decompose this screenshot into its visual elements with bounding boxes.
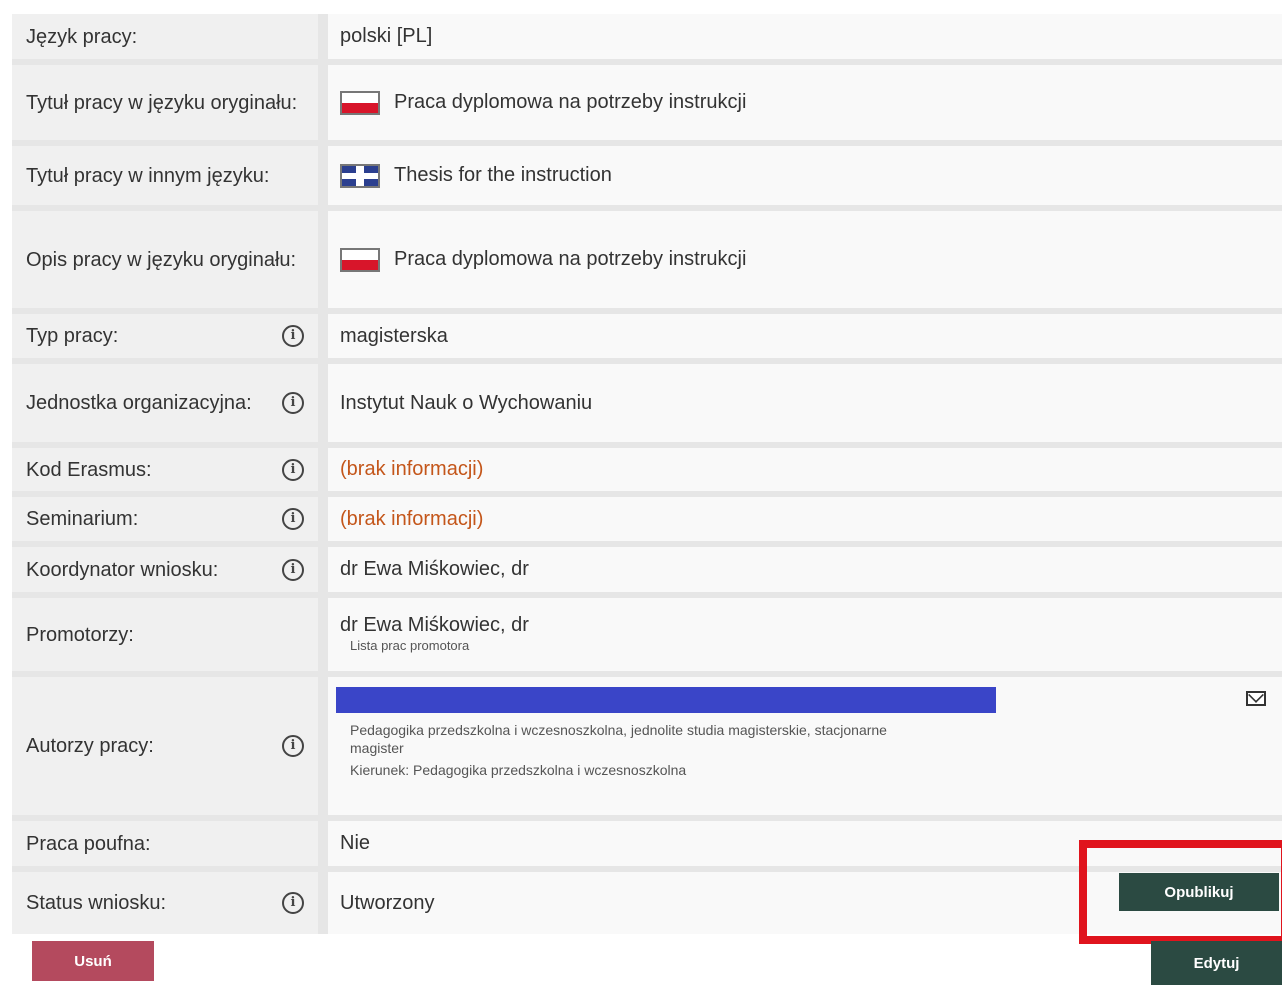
info-icon[interactable]: i bbox=[282, 325, 304, 347]
label-cell: Kod Erasmus: i bbox=[12, 448, 318, 491]
info-icon[interactable]: i bbox=[282, 735, 304, 757]
label-cell: Seminarium: i bbox=[12, 497, 318, 541]
description-original-value: Praca dyplomowa na potrzeby instrukcji bbox=[394, 248, 747, 270]
row-language: Język pracy: polski [PL] bbox=[12, 14, 1282, 59]
value-cell: Thesis for the instruction bbox=[328, 146, 1282, 205]
pl-flag-icon bbox=[340, 90, 380, 115]
thesis-type-label: Typ pracy: bbox=[26, 325, 119, 347]
unit-value: Instytut Nauk o Wychowaniu bbox=[340, 391, 593, 414]
row-thesis-type: Typ pracy: i magisterska bbox=[12, 314, 1282, 358]
unit-label: Jednostka organizacyjna: bbox=[26, 392, 252, 414]
thesis-type-value: magisterska bbox=[340, 324, 448, 347]
row-erasmus-code: Kod Erasmus: i (brak informacji) bbox=[12, 448, 1282, 491]
label-cell: Promotorzy: bbox=[12, 598, 318, 671]
coordinator-label: Koordynator wniosku: bbox=[26, 558, 219, 581]
row-authors: Autorzy pracy: i Pedagogika przedszkolna… bbox=[12, 677, 1282, 815]
value-cell: Praca dyplomowa na potrzeby instrukcji bbox=[328, 211, 1282, 308]
value-cell: Pedagogika przedszkolna i wczesnoszkolna… bbox=[328, 677, 1282, 815]
delete-button[interactable]: Usuń bbox=[32, 941, 154, 981]
confidential-label: Praca poufna: bbox=[26, 832, 151, 855]
pl-flag-icon bbox=[340, 247, 380, 272]
confidential-value: Nie bbox=[340, 832, 371, 854]
value-cell: Praca dyplomowa na potrzeby instrukcji bbox=[328, 65, 1282, 140]
erasmus-code-label: Kod Erasmus: bbox=[26, 458, 152, 481]
title-original-label: Tytuł pracy w języku oryginału: bbox=[26, 91, 298, 114]
status-label: Status wniosku: bbox=[26, 892, 167, 914]
label-cell: Typ pracy: i bbox=[12, 314, 318, 358]
label-cell: Tytuł pracy w innym języku: bbox=[12, 146, 318, 205]
label-cell: Opis pracy w języku oryginału: bbox=[12, 211, 318, 308]
value-cell: (brak informacji) bbox=[328, 448, 1282, 491]
title-other-label: Tytuł pracy w innym języku: bbox=[26, 164, 270, 187]
seminar-label: Seminarium: bbox=[26, 508, 139, 530]
info-icon[interactable]: i bbox=[282, 392, 304, 414]
info-icon[interactable]: i bbox=[282, 558, 304, 581]
description-original-label: Opis pracy w języku oryginału: bbox=[26, 248, 297, 271]
label-cell: Tytuł pracy w języku oryginału: bbox=[12, 65, 318, 140]
value-cell: magisterska bbox=[328, 314, 1282, 358]
supervisors-value: dr Ewa Miśkowiec, dr bbox=[340, 614, 529, 636]
author-degree: magister bbox=[350, 740, 404, 756]
title-original-value: Praca dyplomowa na potrzeby instrukcji bbox=[394, 91, 747, 113]
supervisor-theses-link[interactable]: Lista prac promotora bbox=[350, 637, 469, 655]
label-cell: Język pracy: bbox=[12, 14, 318, 59]
edit-button[interactable]: Edytuj bbox=[1151, 941, 1282, 985]
gb-flag-icon bbox=[340, 163, 380, 188]
label-cell: Autorzy pracy: i bbox=[12, 677, 318, 815]
supervisors-label: Promotorzy: bbox=[26, 623, 134, 646]
row-title-original: Tytuł pracy w języku oryginału: Praca dy… bbox=[12, 65, 1282, 140]
row-title-other: Tytuł pracy w innym języku: Thesis for t… bbox=[12, 146, 1282, 205]
row-supervisors: Promotorzy: dr Ewa Miśkowiec, dr Lista p… bbox=[12, 598, 1282, 671]
info-icon[interactable]: i bbox=[282, 508, 304, 530]
coordinator-value: dr Ewa Miśkowiec, dr bbox=[340, 558, 529, 580]
author-field: Kierunek: Pedagogika przedszkolna i wcze… bbox=[350, 762, 687, 778]
author-program: Pedagogika przedszkolna i wczesnoszkolna… bbox=[350, 722, 887, 738]
value-cell: (brak informacji) bbox=[328, 497, 1282, 541]
value-cell: dr Ewa Miśkowiec, dr bbox=[328, 547, 1282, 592]
authors-label: Autorzy pracy: bbox=[26, 735, 154, 757]
erasmus-code-value: (brak informacji) bbox=[340, 458, 484, 480]
language-value: polski [PL] bbox=[340, 25, 433, 47]
author-name-redacted bbox=[336, 687, 996, 713]
label-cell: Koordynator wniosku: i bbox=[12, 547, 318, 592]
row-unit: Jednostka organizacyjna: i Instytut Nauk… bbox=[12, 364, 1282, 442]
label-cell: Praca poufna: bbox=[12, 821, 318, 866]
info-icon[interactable]: i bbox=[282, 458, 304, 481]
status-value: Utworzony bbox=[340, 891, 435, 914]
value-cell: polski [PL] bbox=[328, 14, 1282, 59]
mail-icon[interactable] bbox=[1246, 691, 1266, 706]
language-label: Język pracy: bbox=[26, 25, 138, 48]
highlight-box bbox=[1079, 840, 1282, 944]
thesis-details-table: Język pracy: polski [PL] Tytuł pracy w j… bbox=[12, 14, 1282, 934]
row-coordinator: Koordynator wniosku: i dr Ewa Miśkowiec,… bbox=[12, 547, 1282, 592]
value-cell: Instytut Nauk o Wychowaniu bbox=[328, 364, 1282, 442]
row-seminar: Seminarium: i (brak informacji) bbox=[12, 497, 1282, 541]
label-cell: Status wniosku: i bbox=[12, 872, 318, 934]
label-cell: Jednostka organizacyjna: i bbox=[12, 364, 318, 442]
row-description-original: Opis pracy w języku oryginału: Praca dyp… bbox=[12, 211, 1282, 308]
info-icon[interactable]: i bbox=[282, 892, 304, 914]
value-cell: dr Ewa Miśkowiec, dr Lista prac promotor… bbox=[328, 598, 1282, 671]
seminar-value: (brak informacji) bbox=[340, 507, 484, 530]
title-other-value: Thesis for the instruction bbox=[394, 164, 612, 186]
